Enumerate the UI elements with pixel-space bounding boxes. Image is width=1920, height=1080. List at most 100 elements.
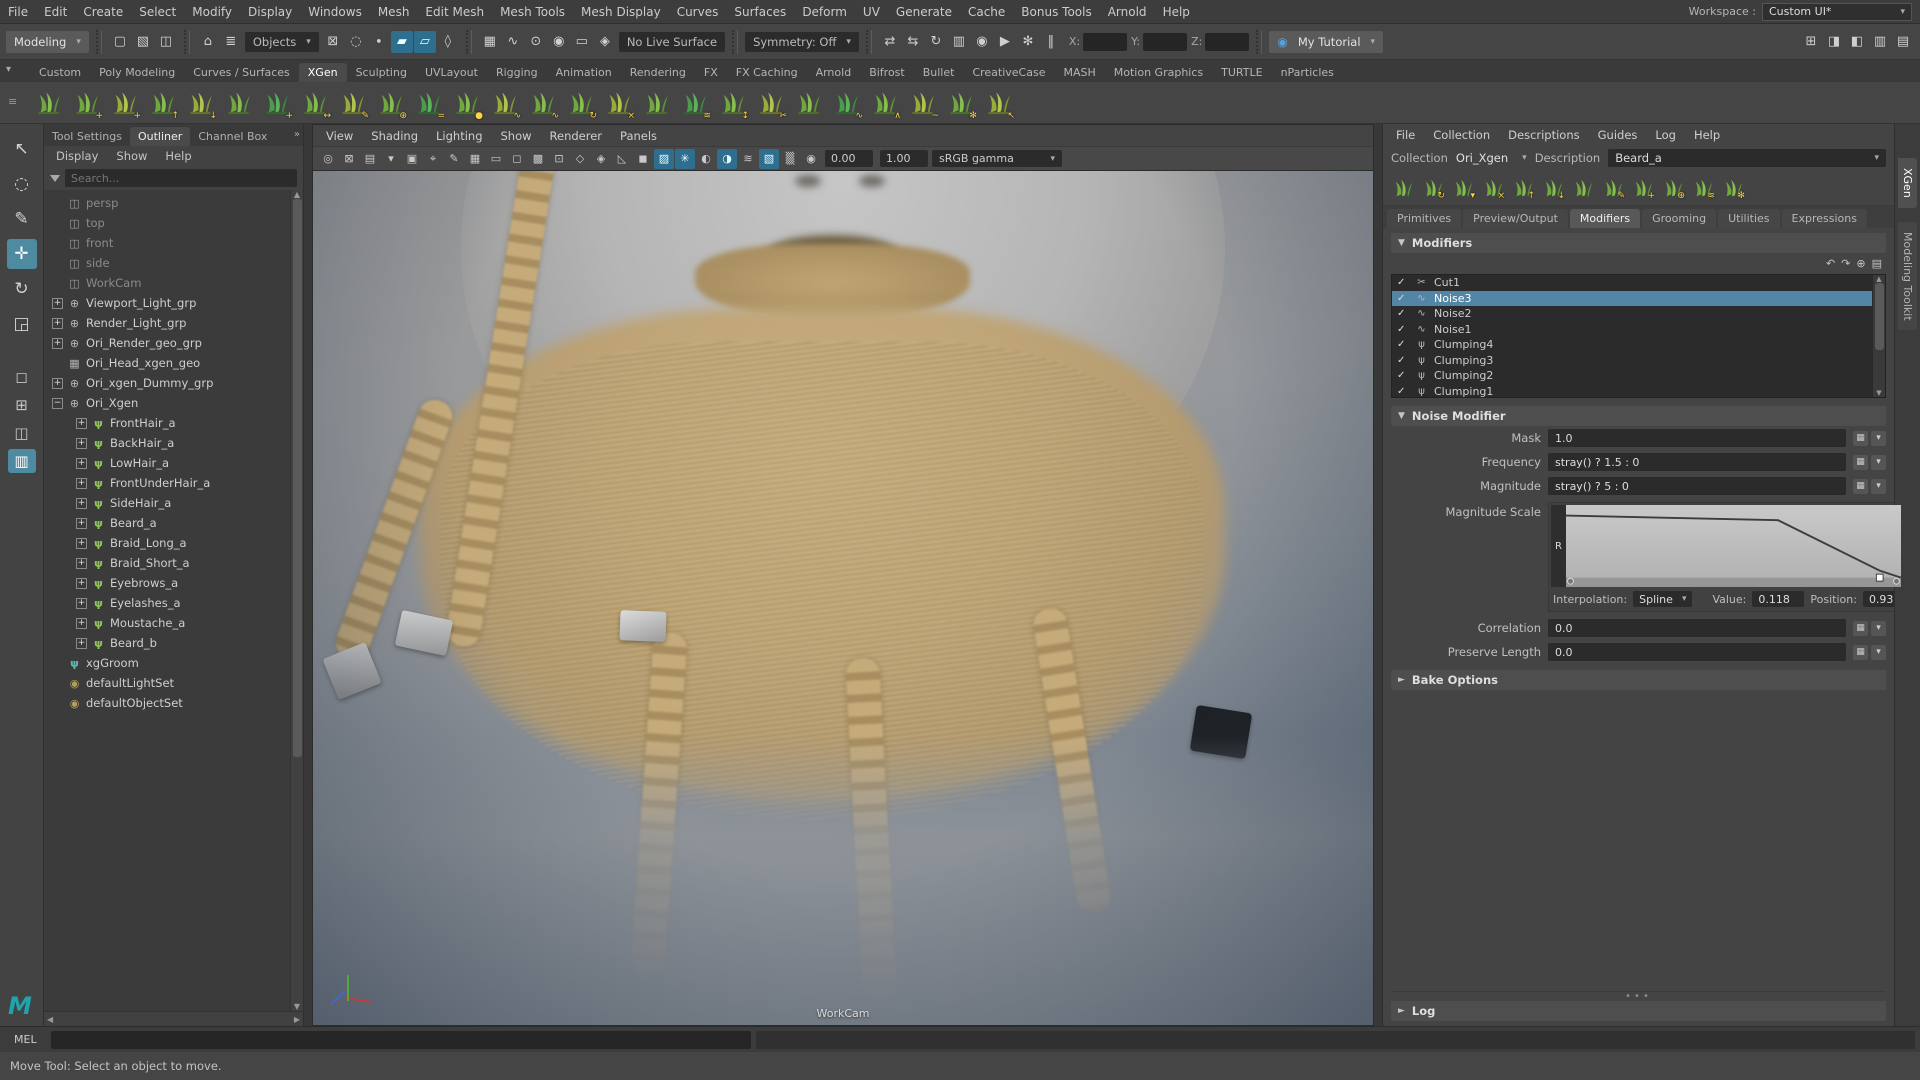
outliner-menu-item[interactable]: Show: [108, 149, 155, 163]
expand-toggle-icon[interactable]: [52, 198, 63, 209]
xgen-curves-from-guides-icon[interactable]: ∿: [524, 85, 560, 121]
workspace-selector[interactable]: Custom UI* ▾: [1762, 3, 1912, 21]
expand-toggle-icon[interactable]: +: [52, 338, 63, 349]
shelf-tab[interactable]: nParticles: [1272, 63, 1343, 82]
xgen-preview-update-icon[interactable]: ▾: [1449, 174, 1476, 201]
colorspace-selector[interactable]: sRGB gamma ▾: [932, 150, 1062, 167]
pause-viewport-icon[interactable]: ‖: [1040, 31, 1062, 53]
select-points-icon[interactable]: ∙: [368, 31, 390, 53]
expand-toggle-icon[interactable]: +: [76, 618, 87, 629]
expand-toggle-icon[interactable]: +: [76, 458, 87, 469]
expand-toggle-icon[interactable]: [52, 258, 63, 269]
menu-item[interactable]: UV: [855, 0, 888, 24]
xgen-copy-guides-icon[interactable]: ⊕: [372, 85, 408, 121]
ipr-render-icon[interactable]: ▶: [994, 31, 1016, 53]
xgen-description-icon[interactable]: [1389, 174, 1416, 201]
outliner-item[interactable]: defaultLightSet: [48, 673, 289, 693]
mel-result-field[interactable]: [756, 1031, 1915, 1049]
shelf-tab[interactable]: UVLayout: [416, 63, 487, 82]
shelf-tab[interactable]: Bullet: [914, 63, 964, 82]
mel-command-input[interactable]: [51, 1031, 751, 1049]
ramp-widget[interactable]: R > Interpola: [1548, 502, 1920, 612]
xgen-settings-icon[interactable]: ✻: [1719, 174, 1746, 201]
render-current-frame-icon[interactable]: ◉: [971, 31, 993, 53]
render-settings-icon[interactable]: ✻: [1017, 31, 1039, 53]
shaded-icon[interactable]: ◼: [633, 149, 653, 169]
docked-panel-tab[interactable]: Modeling Toolkit: [1898, 222, 1917, 331]
layout-two-pane-button[interactable]: ◫: [8, 421, 36, 445]
outliner-item[interactable]: + Ori_xgen_Dummy_grp: [48, 373, 289, 393]
shelf-tab[interactable]: TURTLE: [1212, 63, 1271, 82]
rotate-tool-button[interactable]: ↻: [7, 274, 37, 304]
scroll-left-icon[interactable]: ◀: [47, 1015, 53, 1024]
expand-toggle-icon[interactable]: [52, 678, 63, 689]
scroll-right-icon[interactable]: ▶: [294, 1015, 300, 1024]
outliner-item[interactable]: + BackHair_a: [48, 433, 289, 453]
select-tool-button[interactable]: ↖: [7, 134, 37, 164]
modifier-row[interactable]: ✓ ∿ Noise3: [1392, 291, 1872, 307]
mel-label[interactable]: MEL: [5, 1033, 46, 1046]
safe-title-icon[interactable]: ◈: [591, 149, 611, 169]
scroll-up-icon[interactable]: ▲: [294, 190, 300, 199]
viewport-menu-item[interactable]: Panels: [611, 129, 666, 143]
scale-tool-button[interactable]: ◲: [7, 309, 37, 339]
toggle-attribute-editor-icon[interactable]: ◨: [1823, 31, 1845, 53]
outliner-item[interactable]: + Ori_Render_geo_grp: [48, 333, 289, 353]
search-input[interactable]: [65, 169, 297, 187]
panel-tab[interactable]: Channel Box: [190, 127, 275, 146]
map-button-icon[interactable]: ▦: [1853, 479, 1868, 494]
outliner-item[interactable]: top: [48, 213, 289, 233]
xgen-menu-item[interactable]: Descriptions: [1499, 128, 1589, 142]
outliner-menu-item[interactable]: Help: [157, 149, 199, 163]
outliner-item[interactable]: side: [48, 253, 289, 273]
toolbar-grip[interactable]: [1256, 30, 1262, 54]
toggle-channel-box-icon[interactable]: ▥: [1869, 31, 1891, 53]
ramp-value-input[interactable]: 0.118: [1752, 591, 1804, 607]
outliner-item[interactable]: + SideHair_a: [48, 493, 289, 513]
xgen-tab[interactable]: Modifiers: [1570, 209, 1640, 228]
shelf-tab[interactable]: Poly Modeling: [90, 63, 184, 82]
xgen-density-brush-icon[interactable]: [638, 85, 674, 121]
outliner-menu-item[interactable]: Display: [48, 149, 106, 163]
xgen-guides-from-curves-icon[interactable]: ∿: [486, 85, 522, 121]
modifier-checkbox[interactable]: ✓: [1397, 308, 1409, 319]
panel-tab[interactable]: Outliner: [130, 127, 190, 146]
xgen-menu-item[interactable]: Log: [1646, 128, 1685, 142]
gate-mask-icon[interactable]: ▩: [528, 149, 548, 169]
xgen-clear-preview-icon[interactable]: ×: [1479, 174, 1506, 201]
xgen-import-collection-icon[interactable]: ↓: [182, 85, 218, 121]
select-faces-icon[interactable]: ▱: [414, 31, 436, 53]
menu-item[interactable]: Help: [1155, 0, 1198, 24]
outliner-item[interactable]: Ori_Head_xgen_geo: [48, 353, 289, 373]
outliner-item[interactable]: + Render_Light_grp: [48, 313, 289, 333]
shelf-tab[interactable]: XGen: [299, 63, 347, 82]
bookmarks-icon[interactable]: ▾: [381, 149, 401, 169]
expand-toggle-icon[interactable]: [52, 698, 63, 709]
xgen-freeze-brush-icon[interactable]: ✻: [942, 85, 978, 121]
xgen-duplicate-guide-icon[interactable]: ⊕: [1659, 174, 1686, 201]
modifier-row[interactable]: ✓ ψ Clumping1: [1392, 384, 1872, 399]
layout-four-pane-button[interactable]: ⊞: [8, 393, 36, 417]
xgen-sculpt-guides-icon[interactable]: ✎: [1599, 174, 1626, 201]
snap-to-curve-icon[interactable]: ∿: [502, 31, 524, 53]
menu-item[interactable]: Edit: [36, 0, 75, 24]
resolution-gate-icon[interactable]: ◻: [507, 149, 527, 169]
viewport-menu-item[interactable]: Show: [492, 129, 541, 143]
highlight-selection-icon[interactable]: ◌: [345, 31, 367, 53]
shelf-tab[interactable]: Custom: [30, 63, 90, 82]
xgen-menu-item[interactable]: Guides: [1589, 128, 1647, 142]
outliner-item[interactable]: + Viewport_Light_grp: [48, 293, 289, 313]
xgen-tab[interactable]: Expressions: [1782, 209, 1867, 228]
shelf-editor-icon[interactable]: ≡: [8, 95, 17, 108]
anti-aliasing-icon[interactable]: ▧: [759, 149, 779, 169]
collection-selector[interactable]: Ori_Xgen ▾: [1456, 151, 1527, 165]
shadows-icon[interactable]: ◐: [696, 149, 716, 169]
expand-toggle-icon[interactable]: +: [76, 638, 87, 649]
save-scene-icon[interactable]: ◫: [155, 31, 177, 53]
modifier-row[interactable]: ✓ ψ Clumping4: [1392, 337, 1872, 353]
open-scene-icon[interactable]: ▧: [132, 31, 154, 53]
shelf-tab[interactable]: Rendering: [621, 63, 695, 82]
toolbar-grip[interactable]: [466, 30, 472, 54]
panel-tab[interactable]: Tool Settings: [44, 127, 130, 146]
toggle-modeling-toolkit-icon[interactable]: ▤: [1892, 31, 1914, 53]
